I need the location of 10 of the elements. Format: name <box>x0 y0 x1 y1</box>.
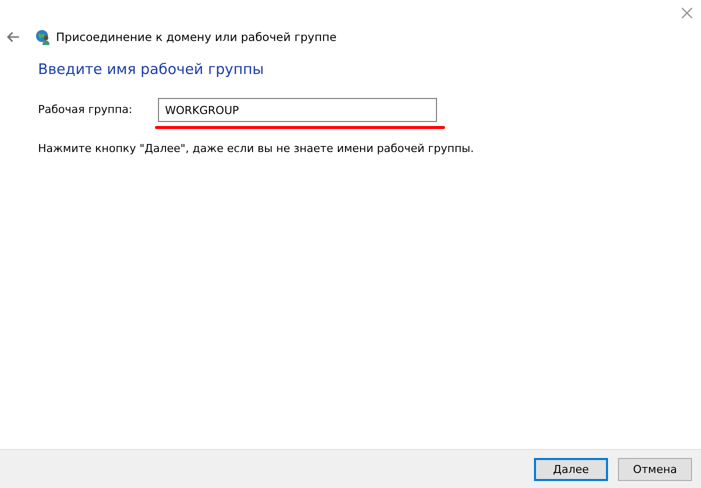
hint-text: Нажмите кнопку "Далее", даже если вы не знаете имени рабочей группы. <box>38 142 475 155</box>
page-heading: Введите имя рабочей группы <box>38 62 265 78</box>
window-title: Присоединение к домену или рабочей группе <box>56 30 337 44</box>
dialog-button[interactable]: Далее <box>534 458 608 480</box>
dialog-button[interactable]: Отмена <box>618 458 692 480</box>
globe-person-icon <box>35 29 51 45</box>
workgroup-input-field[interactable]: WORKGROUP <box>158 98 437 122</box>
close-icon[interactable] <box>681 7 693 19</box>
field-label: Рабочая группа: <box>38 102 134 118</box>
back-arrow-icon[interactable] <box>6 31 20 43</box>
